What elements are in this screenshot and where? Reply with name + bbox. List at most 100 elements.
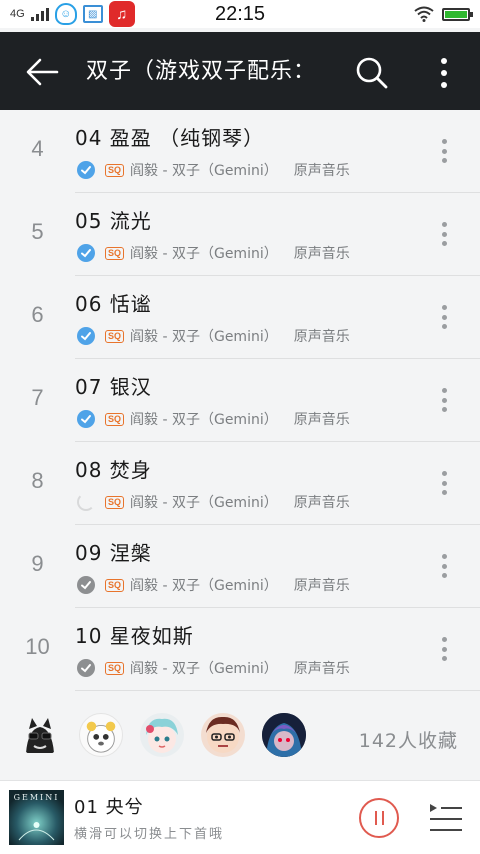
netease-music-notification-icon: ♫ bbox=[108, 1, 135, 27]
track-artist: 阎毅 - 双子（Gemini） bbox=[130, 661, 278, 677]
sq-quality-badge: SQ bbox=[105, 661, 125, 675]
avatar-lol-character[interactable] bbox=[262, 713, 306, 757]
sq-quality-badge: SQ bbox=[105, 412, 125, 426]
track-row[interactable]: 4 04 盈盈 （纯钢琴） SQ 阎毅 - 双子（Gemini） 原声音乐 bbox=[0, 110, 480, 193]
sq-quality-badge: SQ bbox=[105, 495, 125, 509]
track-meta: SQ 阎毅 - 双子（Gemini） 原声音乐 bbox=[77, 492, 350, 512]
pause-icon bbox=[374, 811, 377, 825]
downloading-spinner-icon bbox=[77, 493, 95, 511]
arrow-left-icon bbox=[26, 58, 59, 86]
downloaded-check-icon bbox=[77, 244, 95, 262]
more-dot-icon bbox=[441, 305, 447, 310]
track-more-button[interactable] bbox=[432, 551, 456, 581]
track-list: 4 04 盈盈 （纯钢琴） SQ 阎毅 - 双子（Gemini） 原声音乐 5 … bbox=[0, 110, 480, 691]
track-index: 5 bbox=[31, 219, 44, 244]
playlist-icon bbox=[430, 804, 462, 831]
track-row[interactable]: 7 07 银汉 SQ 阎毅 - 双子（Gemini） 原声音乐 bbox=[0, 359, 480, 442]
cached-check-icon bbox=[77, 659, 95, 677]
avatar-panda[interactable] bbox=[79, 713, 123, 757]
sq-quality-badge: SQ bbox=[105, 329, 125, 343]
status-right bbox=[414, 0, 473, 28]
track-artist: 阎毅 - 双子（Gemini） bbox=[130, 412, 278, 428]
more-dot-icon bbox=[441, 471, 447, 476]
track-meta: SQ 阎毅 - 双子（Gemini） 原声音乐 bbox=[77, 326, 350, 346]
track-title: 05 流光 bbox=[75, 209, 152, 233]
track-title: 09 涅槃 bbox=[75, 541, 152, 565]
mini-player[interactable]: GEMINI 01 央兮 横滑可以切换上下首哦 bbox=[0, 780, 480, 854]
track-more-button[interactable] bbox=[432, 219, 456, 249]
swipe-hint: 横滑可以切换上下首哦 bbox=[74, 827, 225, 842]
favorite-count[interactable]: 142人收藏 bbox=[340, 726, 458, 753]
track-row[interactable]: 5 05 流光 SQ 阎毅 - 双子（Gemini） 原声音乐 bbox=[0, 193, 480, 276]
track-meta: SQ 阎毅 - 双子（Gemini） 原声音乐 bbox=[77, 243, 350, 263]
track-artist: 阎毅 - 双子（Gemini） bbox=[130, 495, 278, 511]
avatar-anime-girl[interactable] bbox=[140, 713, 184, 757]
track-meta: SQ 阎毅 - 双子（Gemini） 原声音乐 bbox=[77, 409, 350, 429]
status-left: 4G ☺ ▨ ♫ bbox=[10, 0, 135, 28]
track-artist: 阎毅 - 双子（Gemini） bbox=[130, 329, 278, 345]
search-button[interactable] bbox=[352, 53, 392, 93]
top-bar: 双子（游戏双子配乐： bbox=[0, 32, 480, 110]
track-row[interactable]: 8 08 焚身 SQ 阎毅 - 双子（Gemini） 原声音乐 bbox=[0, 442, 480, 525]
page-title: 双子（游戏双子配乐： bbox=[86, 59, 317, 84]
status-bar: 4G ☺ ▨ ♫ 22:15 bbox=[0, 0, 480, 28]
track-title: 08 焚身 bbox=[75, 458, 152, 482]
track-index: 7 bbox=[31, 385, 44, 410]
network-type: 4G bbox=[10, 8, 25, 20]
track-artist: 阎毅 - 双子（Gemini） bbox=[130, 163, 278, 179]
track-artist: 阎毅 - 双子（Gemini） bbox=[130, 246, 278, 262]
more-options-button[interactable] bbox=[424, 53, 464, 93]
sq-quality-badge: SQ bbox=[105, 246, 125, 260]
cover-title: GEMINI bbox=[14, 793, 60, 802]
more-dot-icon bbox=[441, 388, 447, 393]
track-index: 10 bbox=[25, 634, 50, 659]
track-album: 原声音乐 bbox=[293, 246, 350, 262]
track-title: 07 银汉 bbox=[75, 375, 152, 399]
avatar-cartoon-face[interactable] bbox=[201, 713, 245, 757]
track-artist: 阎毅 - 双子（Gemini） bbox=[130, 578, 278, 594]
now-playing-title: 01 央兮 bbox=[74, 797, 144, 818]
track-more-button[interactable] bbox=[432, 136, 456, 166]
pause-button[interactable] bbox=[359, 798, 399, 838]
track-title: 04 盈盈 （纯钢琴） bbox=[75, 126, 265, 150]
track-index: 8 bbox=[31, 468, 44, 493]
sq-quality-badge: SQ bbox=[105, 163, 125, 177]
more-dot-icon bbox=[441, 222, 447, 227]
track-row[interactable]: 6 06 恬谧 SQ 阎毅 - 双子（Gemini） 原声音乐 bbox=[0, 276, 480, 359]
more-dot-icon bbox=[441, 637, 447, 642]
track-album: 原声音乐 bbox=[293, 495, 350, 511]
wifi-icon bbox=[414, 6, 434, 22]
back-button[interactable] bbox=[22, 52, 62, 92]
downloaded-check-icon bbox=[77, 327, 95, 345]
more-vertical-icon bbox=[441, 58, 447, 88]
track-index: 9 bbox=[31, 551, 44, 576]
track-album: 原声音乐 bbox=[293, 163, 350, 179]
more-dot-icon bbox=[441, 554, 447, 559]
avatar-cat[interactable] bbox=[18, 713, 62, 757]
downloaded-check-icon bbox=[77, 161, 95, 179]
gallery-notification-icon: ▨ bbox=[82, 5, 103, 23]
track-title: 10 星夜如斯 bbox=[75, 624, 194, 648]
track-meta: SQ 阎毅 - 双子（Gemini） 原声音乐 bbox=[77, 575, 350, 595]
search-icon bbox=[356, 57, 388, 89]
collectors-bar[interactable]: 142人收藏 bbox=[0, 700, 480, 774]
track-album: 原声音乐 bbox=[293, 661, 350, 677]
track-more-button[interactable] bbox=[432, 385, 456, 415]
track-album: 原声音乐 bbox=[293, 329, 350, 345]
track-more-button[interactable] bbox=[432, 634, 456, 664]
qq-notification-icon: ☺ bbox=[54, 3, 77, 25]
track-row[interactable]: 10 10 星夜如斯 SQ 阎毅 - 双子（Gemini） 原声音乐 bbox=[0, 608, 480, 691]
divider bbox=[75, 690, 480, 691]
album-cover[interactable]: GEMINI bbox=[9, 790, 64, 845]
track-more-button[interactable] bbox=[432, 468, 456, 498]
track-row[interactable]: 9 09 涅槃 SQ 阎毅 - 双子（Gemini） 原声音乐 bbox=[0, 525, 480, 608]
track-album: 原声音乐 bbox=[293, 412, 350, 428]
track-album: 原声音乐 bbox=[293, 578, 350, 594]
signal-icon bbox=[30, 7, 49, 21]
track-more-button[interactable] bbox=[432, 302, 456, 332]
track-index: 4 bbox=[31, 136, 44, 161]
battery-icon bbox=[442, 7, 473, 21]
playlist-button[interactable] bbox=[428, 801, 464, 835]
track-index: 6 bbox=[31, 302, 44, 327]
cached-check-icon bbox=[77, 576, 95, 594]
